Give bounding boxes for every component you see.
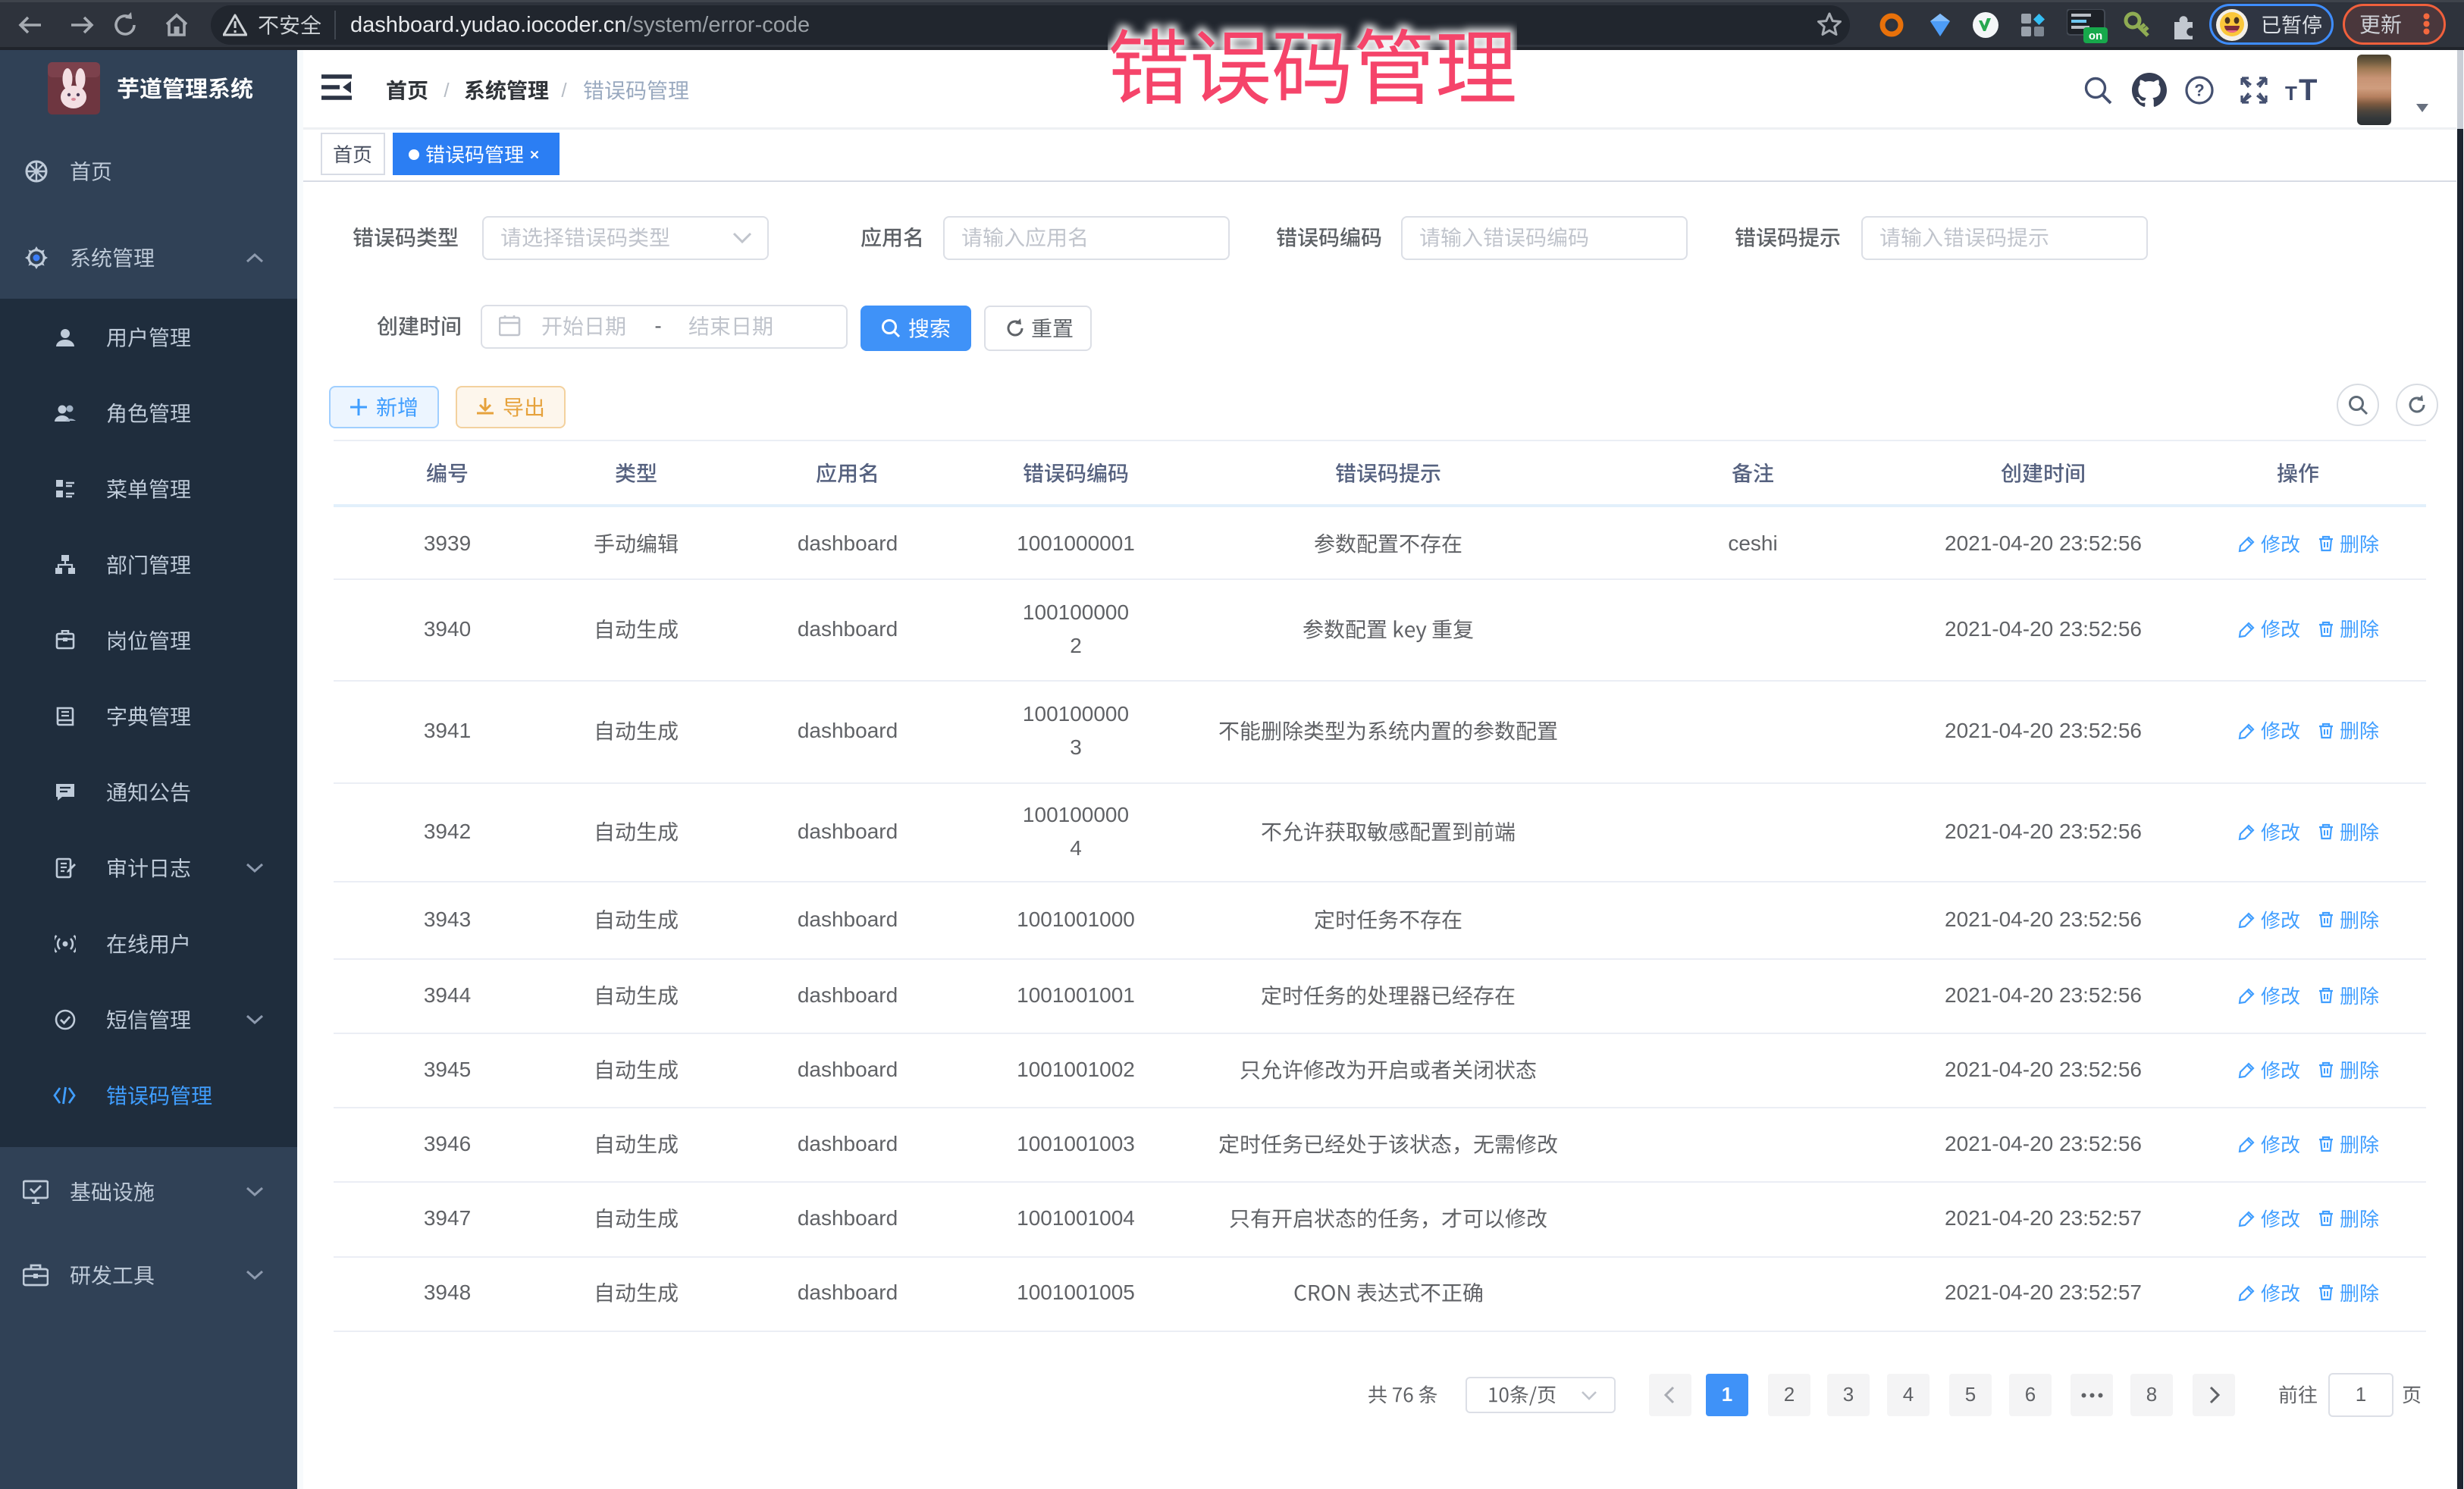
svg-text:?: ? — [2194, 81, 2204, 100]
svg-text:on: on — [2089, 30, 2102, 42]
svg-text:T: T — [2285, 82, 2297, 105]
svg-text:T: T — [2299, 74, 2317, 106]
